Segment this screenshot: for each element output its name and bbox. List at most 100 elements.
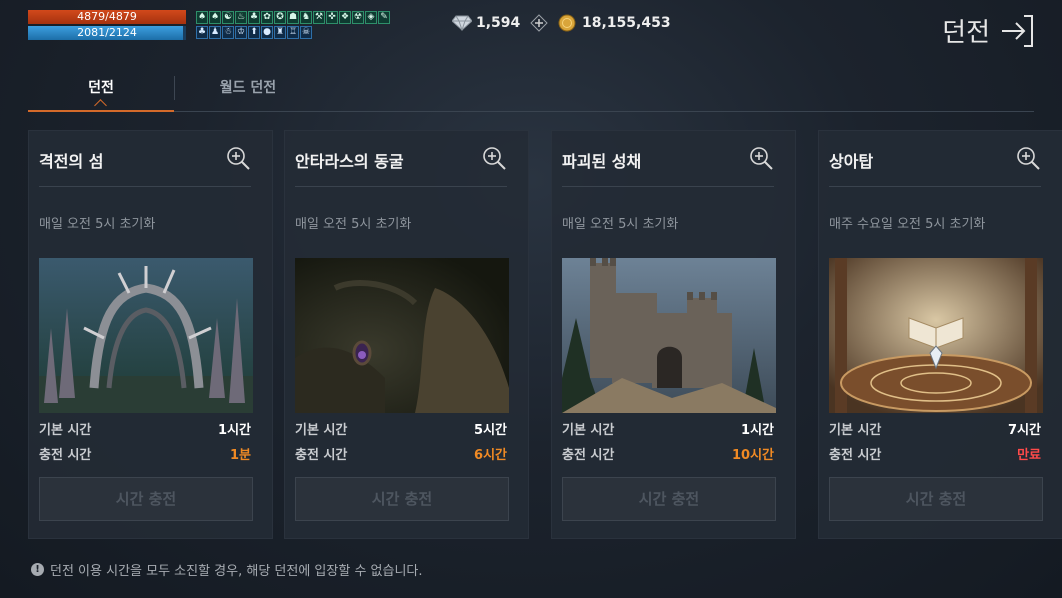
tab-world-dungeon[interactable]: 월드 던전 bbox=[175, 68, 321, 111]
dungeon-title: 안타라스의 동굴 bbox=[295, 151, 404, 171]
buff-icon[interactable]: ♜ bbox=[274, 26, 286, 39]
dungeon-image bbox=[829, 258, 1043, 413]
charge-time-button[interactable]: 시간 충전 bbox=[829, 477, 1043, 521]
card-header: 파괴된 성채 bbox=[562, 131, 774, 187]
charge-time-row: 충전 시간 1분 bbox=[39, 444, 251, 463]
buff-icon[interactable]: ❖ bbox=[339, 11, 351, 24]
charge-time-row: 충전 시간 10시간 bbox=[562, 444, 774, 463]
card-header: 상아탑 bbox=[829, 131, 1041, 187]
base-time-value: 1시간 bbox=[741, 423, 774, 438]
mp-text: 2081/2124 bbox=[77, 26, 137, 39]
zoom-in-icon[interactable] bbox=[225, 145, 251, 175]
buff-icon[interactable]: ♖ bbox=[287, 26, 299, 39]
buff-icon[interactable]: ♔ bbox=[235, 26, 247, 39]
dungeon-card[interactable]: 안타라스의 동굴 매일 오전 5시 초기화 기본 시간 5시간 충전 시간 6시… bbox=[284, 130, 529, 539]
gold-currency: 18,155,453 bbox=[558, 14, 671, 32]
buff-icon[interactable]: ☯ bbox=[222, 11, 234, 24]
buff-icon[interactable]: ♣ bbox=[196, 26, 208, 39]
zoom-in-icon[interactable] bbox=[748, 145, 774, 175]
dungeon-title: 상아탑 bbox=[829, 151, 874, 171]
base-time-label: 기본 시간 bbox=[295, 423, 348, 438]
buff-icon[interactable]: ✎ bbox=[378, 11, 390, 24]
buff-icon[interactable]: ☃ bbox=[222, 26, 234, 39]
base-time-row: 기본 시간 1시간 bbox=[39, 419, 251, 438]
exit-label: 던전 bbox=[942, 18, 990, 48]
reset-schedule: 매주 수요일 오전 5시 초기화 bbox=[829, 217, 986, 232]
card-header: 격전의 섬 bbox=[39, 131, 251, 187]
base-time-row: 기본 시간 7시간 bbox=[829, 419, 1041, 438]
dungeon-tabs: 던전 월드 던전 bbox=[28, 68, 1034, 112]
dungeon-image bbox=[295, 258, 509, 413]
warning-icon: ! bbox=[31, 563, 44, 576]
charge-time-value: 6시간 bbox=[474, 448, 507, 463]
hp-text: 4879/4879 bbox=[77, 10, 137, 23]
gem-currency: 1,594 bbox=[452, 14, 549, 32]
base-time-label: 기본 시간 bbox=[562, 423, 615, 438]
charge-time-label: 충전 시간 bbox=[829, 448, 882, 463]
buff-icon[interactable]: ⚒ bbox=[313, 11, 325, 24]
base-time-value: 7시간 bbox=[1008, 423, 1041, 438]
charge-time-value: 만료 bbox=[1017, 448, 1041, 463]
buff-icon[interactable]: ♟ bbox=[209, 26, 221, 39]
buff-list[interactable]: ♠ ♠ ☯ ♨ ♣ ✿ ✪ ☗ ♞ ⚒ ✜ ❖ ☢ ◈ ✎ ♣ ♟ ☃ ♔ ⬆ ● ♜ ♖ ☠ bbox=[196, 11, 392, 41]
base-time-label: 기본 시간 bbox=[39, 423, 92, 438]
buff-icon[interactable]: ✪ bbox=[274, 11, 286, 24]
buff-icon[interactable]: ☠ bbox=[300, 26, 312, 39]
reset-schedule: 매일 오전 5시 초기화 bbox=[562, 217, 679, 232]
buff-icon[interactable]: ♠ bbox=[196, 11, 208, 24]
base-time-row: 기본 시간 5시간 bbox=[295, 419, 507, 438]
gold-coin-icon bbox=[558, 14, 576, 32]
player-status: 4879/4879 2081/2124 ♠ ♠ ☯ ♨ ♣ ✿ ✪ ☗ ♞ ⚒ ✜ ❖ ☢ ◈ ✎ ♣ ♟ ☃ ♔… bbox=[28, 10, 390, 42]
buff-icon[interactable]: ◈ bbox=[365, 11, 377, 24]
card-header: 안타라스의 동굴 bbox=[295, 131, 507, 187]
buff-row-2: ♣ ♟ ☃ ♔ ⬆ ● ♜ ♖ ☠ bbox=[196, 26, 392, 39]
buff-icon[interactable]: ● bbox=[261, 26, 273, 39]
buff-icon[interactable]: ♨ bbox=[235, 11, 247, 24]
buff-icon[interactable]: ✿ bbox=[261, 11, 273, 24]
buff-icon[interactable]: ☗ bbox=[287, 11, 299, 24]
notice-text: 던전 이용 시간을 모두 소진할 경우, 해당 던전에 입장할 수 없습니다. bbox=[50, 564, 423, 579]
charge-time-button[interactable]: 시간 충전 bbox=[39, 477, 253, 521]
charge-time-label: 충전 시간 bbox=[39, 448, 92, 463]
dungeon-card[interactable]: 격전의 섬 매일 오전 5시 초기화 기본 시간 1시간 충전 시간 1분 시간… bbox=[28, 130, 273, 539]
exit-dungeon-button[interactable]: 던전 bbox=[942, 12, 1034, 49]
zoom-in-icon[interactable] bbox=[481, 145, 507, 175]
charge-time-row: 충전 시간 6시간 bbox=[295, 444, 507, 463]
dungeon-notice: ! 던전 이용 시간을 모두 소진할 경우, 해당 던전에 입장할 수 없습니다… bbox=[31, 560, 423, 579]
buff-icon[interactable]: ♞ bbox=[300, 11, 312, 24]
zoom-in-icon[interactable] bbox=[1015, 145, 1041, 175]
exit-arrow-icon bbox=[1002, 14, 1033, 47]
buff-icon[interactable]: ♣ bbox=[248, 11, 260, 24]
dungeon-title: 격전의 섬 bbox=[39, 151, 104, 171]
dungeon-card[interactable]: 파괴된 성채 매일 오전 5시 초기화 기본 시간 1시간 충전 시간 10시간… bbox=[551, 130, 796, 539]
base-time-value: 1시간 bbox=[218, 423, 251, 438]
buff-icon[interactable]: ♠ bbox=[209, 11, 221, 24]
charge-time-label: 충전 시간 bbox=[562, 448, 615, 463]
hp-bar: 4879/4879 bbox=[28, 10, 186, 24]
charge-time-row: 충전 시간 만료 bbox=[829, 444, 1041, 463]
add-gem-button[interactable] bbox=[530, 14, 549, 32]
base-time-value: 5시간 bbox=[474, 423, 507, 438]
reset-schedule: 매일 오전 5시 초기화 bbox=[295, 217, 412, 232]
dungeon-image bbox=[39, 258, 253, 413]
charge-time-value: 1분 bbox=[229, 448, 251, 463]
buff-row-1: ♠ ♠ ☯ ♨ ♣ ✿ ✪ ☗ ♞ ⚒ ✜ ❖ ☢ ◈ ✎ bbox=[196, 11, 392, 24]
charge-time-button[interactable]: 시간 충전 bbox=[295, 477, 509, 521]
base-time-label: 기본 시간 bbox=[829, 423, 882, 438]
dungeon-image bbox=[562, 258, 776, 413]
gem-amount: 1,594 bbox=[476, 15, 521, 31]
reset-schedule: 매일 오전 5시 초기화 bbox=[39, 217, 156, 232]
buff-icon[interactable]: ☢ bbox=[352, 11, 364, 24]
plus-icon bbox=[530, 14, 549, 32]
buff-icon[interactable]: ⬆ bbox=[248, 26, 260, 39]
diamond-icon bbox=[452, 15, 472, 31]
dungeon-card[interactable]: 상아탑 매주 수요일 오전 5시 초기화 기본 시간 7시간 충전 시간 만료 … bbox=[818, 130, 1062, 539]
mp-bar: 2081/2124 bbox=[28, 26, 186, 40]
charge-time-button[interactable]: 시간 충전 bbox=[562, 477, 776, 521]
gold-amount: 18,155,453 bbox=[582, 15, 671, 31]
charge-time-value: 10시간 bbox=[731, 448, 774, 463]
charge-time-label: 충전 시간 bbox=[295, 448, 348, 463]
buff-icon[interactable]: ✜ bbox=[326, 11, 338, 24]
tab-dungeon[interactable]: 던전 bbox=[28, 68, 174, 112]
dungeon-title: 파괴된 성채 bbox=[562, 151, 642, 171]
